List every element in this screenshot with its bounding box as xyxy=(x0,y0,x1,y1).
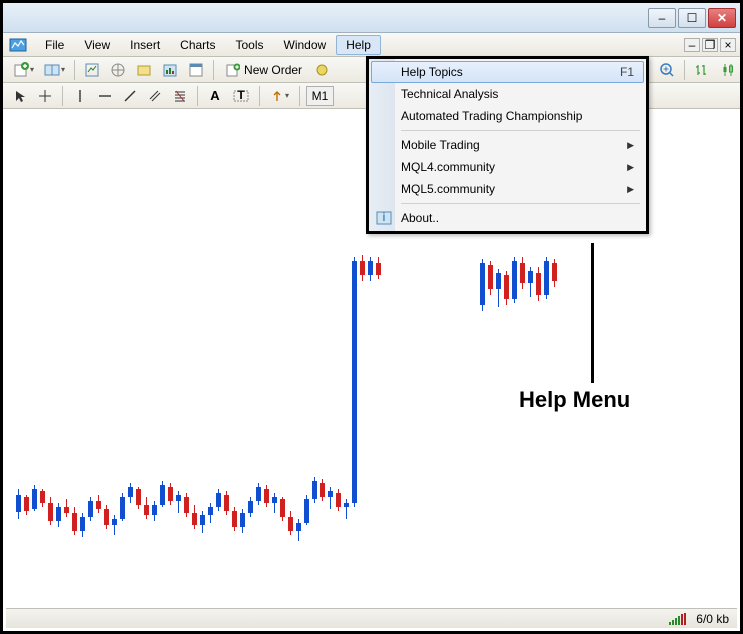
terminal-button[interactable] xyxy=(132,59,156,81)
candle-chart-button[interactable] xyxy=(716,59,740,81)
annotation-pointer-line xyxy=(591,243,594,383)
menu-window[interactable]: Window xyxy=(274,35,337,55)
fibonacci-button[interactable] xyxy=(169,85,191,107)
menu-item-label: Technical Analysis xyxy=(401,87,498,101)
new-order-button[interactable]: New Order xyxy=(219,59,309,81)
mdi-controls: – ❐ × xyxy=(684,38,740,52)
submenu-arrow-icon: ▶ xyxy=(627,162,634,173)
mdi-restore-button[interactable]: ❐ xyxy=(702,38,718,52)
cursor-button[interactable] xyxy=(9,85,31,107)
menu-help[interactable]: Help xyxy=(336,35,381,55)
menu-view[interactable]: View xyxy=(74,35,120,55)
svg-text:T: T xyxy=(237,89,245,102)
profiles-button[interactable]: ▾ xyxy=(40,59,69,81)
menu-item-label: About.. xyxy=(401,211,439,225)
menu-tools[interactable]: Tools xyxy=(226,35,274,55)
zoom-in-button[interactable] xyxy=(655,59,679,81)
help-menu-item-help-topics[interactable]: Help Topics F1 xyxy=(371,61,644,83)
connection-status-text: 6/0 kb xyxy=(696,612,729,626)
expert-advisors-button[interactable] xyxy=(311,59,333,81)
data-window-button[interactable] xyxy=(184,59,208,81)
horizontal-line-button[interactable] xyxy=(94,85,116,107)
timeframe-m1-button[interactable]: M1 xyxy=(306,86,334,106)
window-close-button[interactable]: ✕ xyxy=(708,8,736,28)
submenu-arrow-icon: ▶ xyxy=(627,140,634,151)
equidistant-channel-button[interactable] xyxy=(144,85,166,107)
help-menu-item-automated-trading-championship[interactable]: Automated Trading Championship xyxy=(371,105,644,127)
menu-insert[interactable]: Insert xyxy=(120,35,170,55)
menu-separator xyxy=(401,203,640,204)
about-icon: i xyxy=(376,210,392,226)
submenu-arrow-icon: ▶ xyxy=(627,184,634,195)
menu-item-label: MQL5.community xyxy=(401,182,495,196)
mdi-minimize-button[interactable]: – xyxy=(684,38,700,52)
new-chart-button[interactable]: ▾ xyxy=(9,59,38,81)
menubar: FileViewInsertChartsToolsWindowHelp – ❐ … xyxy=(3,33,740,57)
new-order-label: New Order xyxy=(244,63,302,77)
app-icon xyxy=(9,37,27,53)
chevron-down-icon: ▾ xyxy=(30,65,34,74)
help-menu-item-mql5-community[interactable]: MQL5.community ▶ xyxy=(371,178,644,200)
menu-item-label: Mobile Trading xyxy=(401,138,480,152)
chevron-down-icon: ▾ xyxy=(285,91,289,100)
minimize-icon: – xyxy=(659,11,666,25)
close-icon: ✕ xyxy=(717,11,727,25)
bar-chart-button[interactable] xyxy=(690,59,714,81)
window-titlebar: – ☐ ✕ xyxy=(3,3,740,33)
menu-file[interactable]: File xyxy=(35,35,74,55)
window-minimize-button[interactable]: – xyxy=(648,8,676,28)
menu-item-label: MQL4.community xyxy=(401,160,495,174)
statusbar: 6/0 kb xyxy=(6,608,737,628)
chevron-down-icon: ▾ xyxy=(61,65,65,74)
help-menu-dropdown: Help Topics F1 Technical Analysis Automated… xyxy=(366,56,649,234)
text-label-button[interactable]: T xyxy=(229,85,253,107)
window-maximize-button[interactable]: ☐ xyxy=(678,8,706,28)
maximize-icon: ☐ xyxy=(687,11,698,25)
menu-item-label: Automated Trading Championship xyxy=(401,109,582,123)
help-menu-item-mobile-trading[interactable]: Mobile Trading ▶ xyxy=(371,134,644,156)
connection-bars-icon xyxy=(669,613,686,625)
menu-charts[interactable]: Charts xyxy=(170,35,225,55)
menu-shortcut: F1 xyxy=(620,65,634,79)
navigator-button[interactable] xyxy=(106,59,130,81)
help-menu-item-about[interactable]: i About.. xyxy=(371,207,644,229)
arrows-button[interactable]: ▾ xyxy=(266,85,293,107)
text-button[interactable]: A xyxy=(204,85,226,107)
trendline-button[interactable] xyxy=(119,85,141,107)
help-menu-item-technical-analysis[interactable]: Technical Analysis xyxy=(371,83,644,105)
svg-text:i: i xyxy=(383,210,386,224)
menu-separator xyxy=(401,130,640,131)
menu-item-label: Help Topics xyxy=(401,65,463,79)
help-menu-item-mql4-community[interactable]: MQL4.community ▶ xyxy=(371,156,644,178)
vertical-line-button[interactable] xyxy=(69,85,91,107)
crosshair-button[interactable] xyxy=(34,85,56,107)
market-watch-button[interactable] xyxy=(80,59,104,81)
mdi-close-button[interactable]: × xyxy=(720,38,736,52)
tester-button[interactable] xyxy=(158,59,182,81)
annotation-label: Help Menu xyxy=(519,387,630,413)
